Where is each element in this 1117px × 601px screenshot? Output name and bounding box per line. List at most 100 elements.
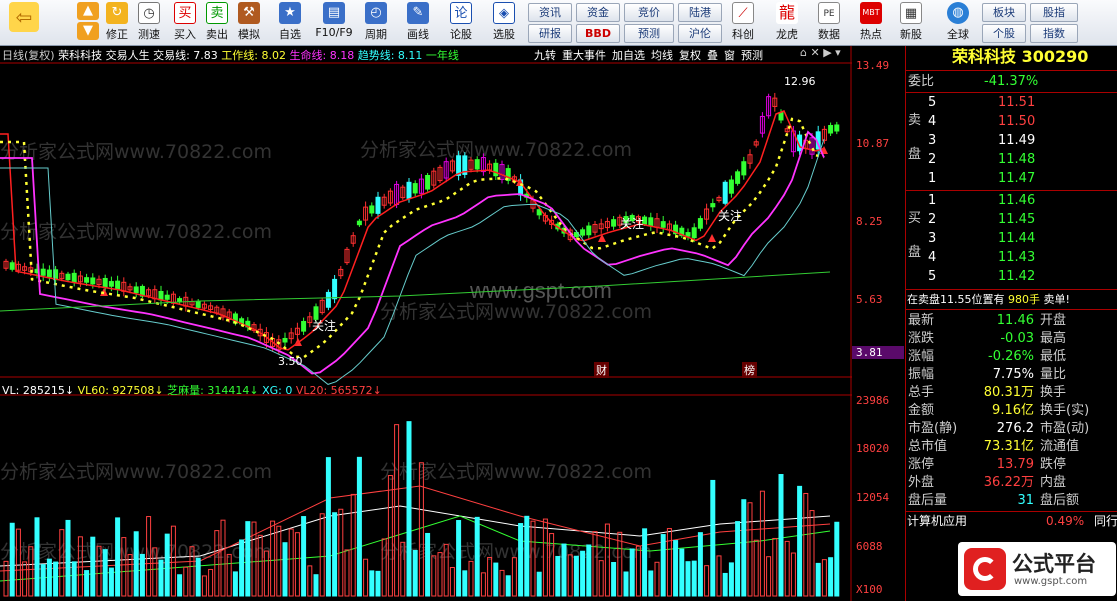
chart-tabs: 九转 重大事件 加自选 均线 复权叠窗预测 <box>534 47 769 63</box>
chart-tab-3[interactable]: 均线 <box>651 49 673 62</box>
gspt-logo: 公式平台 www.gspt.com <box>958 542 1116 596</box>
keji-button[interactable]: ⟋ 科创 <box>728 2 758 44</box>
volume-header: VL: 285215↓ VL60: 927508↓ 芝麻量: 314414↓ X… <box>2 382 382 398</box>
sector-row[interactable]: 计算机应用 <box>907 512 967 531</box>
buy-price[interactable]: 11.45 <box>998 210 1035 229</box>
period-button[interactable]: ◴ 周期 <box>358 2 394 44</box>
order-notice: 在卖盘11.55位置有 980手 卖单! <box>907 290 1070 309</box>
modify-button[interactable]: ↻ 修正 <box>102 2 132 44</box>
volume-bar <box>629 548 635 597</box>
stat-label-2: 内盘 <box>1040 475 1067 490</box>
candle-body <box>828 125 834 134</box>
candle-body <box>84 277 90 283</box>
buy-price[interactable]: 11.42 <box>998 267 1035 286</box>
lugang-button[interactable]: 陆港 <box>678 3 722 22</box>
sell-button[interactable]: 卖卖出 <box>202 2 232 44</box>
candle-body <box>406 181 412 199</box>
stock-button[interactable]: 个股 <box>982 24 1026 43</box>
global-button[interactable]: ◍ 全球 <box>938 2 978 44</box>
volume-bar <box>462 570 468 597</box>
back-button[interactable]: ⇦ <box>4 2 44 44</box>
candle-body <box>71 272 77 284</box>
plate-button[interactable]: 板块 <box>982 3 1026 22</box>
vl60-value: VL60: 927508↓ <box>77 384 164 397</box>
low-price-marker: 3.50 <box>278 355 303 368</box>
speedtest-button[interactable]: ◷ 测速 <box>134 2 164 44</box>
lunguo-button[interactable]: 论论股 <box>444 2 478 44</box>
candle-body <box>40 268 46 276</box>
volume-bar <box>164 533 170 597</box>
sell-price[interactable]: 11.48 <box>998 150 1035 169</box>
forecast-button[interactable]: 预测 <box>624 24 674 43</box>
finance-marker[interactable]: 财 <box>594 362 609 378</box>
volume-bar <box>815 562 821 597</box>
volume-bar <box>375 570 381 597</box>
sell-orderbook: 5 11.51 4 11.50 3 11.49 2 11.48 1 11.47 卖盘 <box>906 93 1117 189</box>
candle-body <box>102 277 108 288</box>
f10-button[interactable]: ▤ F10/F9 <box>312 2 356 44</box>
life-line-value: 生命线: 8.18 <box>289 49 355 62</box>
hugu-button[interactable]: 沪伦 <box>678 24 722 43</box>
candle-body <box>9 262 15 270</box>
chart-tab-7[interactable]: 预测 <box>741 49 763 62</box>
news-button[interactable]: 资讯 <box>528 3 572 22</box>
stock-picker-button[interactable]: ◈ 选股 <box>486 2 522 44</box>
sell-price[interactable]: 11.49 <box>998 131 1035 150</box>
index-button[interactable]: 指数 <box>1030 24 1078 43</box>
volume-bar <box>536 571 542 597</box>
chart-tab-0[interactable]: 九转 <box>534 49 556 62</box>
buy-price[interactable]: 11.43 <box>998 248 1035 267</box>
research-button[interactable]: 研报 <box>528 24 572 43</box>
stat-label: 总市值 <box>908 439 948 454</box>
watchlist-button[interactable]: ★ 自选 <box>270 2 310 44</box>
candle-body <box>369 205 375 214</box>
price-axis: 13.49 10.87 8.25 5.63 3.81 23986 18020 1… <box>852 46 905 601</box>
watermark-70822-5: 分析家公式网www.70822.com <box>0 461 272 483</box>
quote-button[interactable]: 股指 <box>1030 3 1078 22</box>
volume-bar <box>282 542 288 597</box>
longhu-button[interactable]: 龍龙虎 <box>772 2 802 44</box>
sell-price[interactable]: 11.50 <box>998 112 1035 131</box>
rank-marker[interactable]: 榜 <box>742 362 757 378</box>
sell-level-5: 5 <box>928 95 937 110</box>
buy-price[interactable]: 11.44 <box>998 229 1035 248</box>
chart-tab-6[interactable]: 窗 <box>724 49 735 62</box>
candle-body <box>356 220 362 226</box>
weibi-label: 委比 <box>908 74 935 89</box>
buy-price[interactable]: 11.46 <box>998 191 1035 210</box>
chart-tab-4[interactable]: 复权 <box>679 49 701 62</box>
close-icon[interactable]: ✕ <box>810 46 819 59</box>
funds-button[interactable]: 资金 <box>576 3 620 22</box>
data-button[interactable]: PE 数据 <box>814 2 844 44</box>
sell-price[interactable]: 11.47 <box>998 169 1035 188</box>
lock-icon[interactable]: ⌂ <box>800 46 807 59</box>
hot-button[interactable]: MBT 热点 <box>856 2 886 44</box>
dropdown-icon[interactable]: ▾ <box>835 46 841 59</box>
sell-price[interactable]: 11.51 <box>998 93 1035 112</box>
vol-tick-3: 12054 <box>856 491 890 504</box>
bbd-button[interactable]: BBD <box>576 24 620 43</box>
chart-tab-5[interactable]: 叠 <box>707 49 718 62</box>
candle-body <box>375 196 381 214</box>
vol-tick-4: 6088 <box>856 540 883 553</box>
auction-button[interactable]: 竞价 <box>624 3 674 22</box>
sector-tail: 同行 <box>1094 514 1117 528</box>
draw-button[interactable]: ✎ 画线 <box>400 2 436 44</box>
arrow-right-icon[interactable]: ▶ <box>823 46 831 59</box>
simulate-button[interactable]: ⚒ 模拟 <box>234 2 264 44</box>
ipo-button[interactable]: ▦ 新股 <box>896 2 926 44</box>
stat-value: 7.75% <box>992 367 1034 382</box>
chart-tab-1[interactable]: 重大事件 <box>562 49 606 62</box>
kline-chart-area[interactable]: www.gspt.com 分析家公式网www.70822.com 分析家公式网w… <box>0 46 852 601</box>
updown-button[interactable]: ▲ ▼ <box>76 2 100 44</box>
candle-body <box>133 286 139 294</box>
stock-name-text: 荣科科技 <box>58 49 103 62</box>
chart-tab-2[interactable]: 加自选 <box>612 49 645 62</box>
watermark-70822-2: 分析家公式网www.70822.com <box>360 139 632 161</box>
buy-button[interactable]: 买买入 <box>170 2 200 44</box>
volume-bar <box>493 562 499 597</box>
candle-body <box>722 181 728 204</box>
volume-bar <box>828 557 834 597</box>
sector-pct: 0.49% <box>1046 514 1085 528</box>
notice-text: 在卖盘11.55位置有 <box>907 293 1005 306</box>
